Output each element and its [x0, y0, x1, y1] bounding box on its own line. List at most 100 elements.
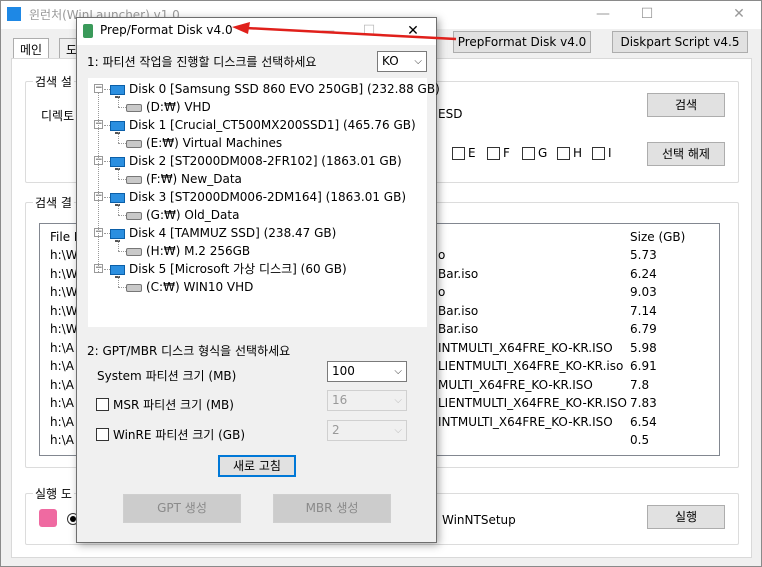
- file-row-name[interactable]: INTMULTI_X64FRE_KO-KR.ISO: [438, 413, 613, 431]
- volume-label: (G:₩) Old_Data: [146, 208, 240, 222]
- volume-node[interactable]: (C:₩) WIN10 VHD: [126, 278, 253, 296]
- drive-icon: [126, 211, 142, 220]
- file-row-size[interactable]: 0.5: [630, 431, 649, 449]
- mbr-create-button[interactable]: MBR 생성: [273, 494, 391, 523]
- dialog-app-icon: [83, 24, 93, 38]
- winre-size-value: 2: [332, 423, 340, 437]
- diskpart-button[interactable]: Diskpart Script v4.5: [612, 31, 748, 53]
- file-row-prefix[interactable]: h:\A: [50, 357, 74, 375]
- msr-label: MSR 파티션 크기 (MB): [113, 398, 234, 412]
- deselect-button[interactable]: 선택 해제: [647, 142, 725, 166]
- disk-label: Disk 4 [TAMMUZ SSD] (238.47 GB): [129, 226, 337, 240]
- refresh-button[interactable]: 새로 고침: [218, 455, 296, 477]
- computer-disk-icon: [110, 264, 125, 278]
- disk-node[interactable]: Disk 0 [Samsung SSD 860 EVO 250GB] (232.…: [110, 80, 440, 98]
- tree-connector: [98, 92, 99, 272]
- search-button[interactable]: 검색: [647, 93, 725, 117]
- file-row-name[interactable]: INTMULTI_X64FRE_KO-KR.ISO: [438, 339, 613, 357]
- disk-node[interactable]: Disk 3 [ST2000DM006-2DM164] (1863.01 GB): [110, 188, 406, 206]
- system-partition-select[interactable]: 100 ⌵: [327, 361, 407, 382]
- volume-node[interactable]: (F:₩) New_Data: [126, 170, 242, 188]
- drive-g-checkbox[interactable]: [522, 147, 535, 160]
- disk-node[interactable]: Disk 5 [Microsoft 가상 디스크] (60 GB): [110, 260, 347, 278]
- file-row-prefix[interactable]: h:\W: [50, 246, 78, 264]
- disk-node[interactable]: Disk 4 [TAMMUZ SSD] (238.47 GB): [110, 224, 336, 242]
- drive-icon: [126, 103, 142, 112]
- volume-label: (D:₩) VHD: [146, 100, 211, 114]
- file-row-name[interactable]: LIENTMULTI_X64FRE_KO-KR.iso: [438, 357, 623, 375]
- msr-size-select[interactable]: 16 ⌵: [327, 390, 407, 411]
- file-row-size[interactable]: 5.73: [630, 246, 657, 264]
- drive-e-checkbox[interactable]: [452, 147, 465, 160]
- file-row-name[interactable]: Bar.iso: [438, 265, 478, 283]
- file-row-name[interactable]: o: [438, 246, 445, 264]
- file-row-size[interactable]: 9.03: [630, 283, 657, 301]
- file-row-prefix[interactable]: h:\W: [50, 320, 78, 338]
- file-row-prefix[interactable]: h:\A: [50, 376, 74, 394]
- file-row-name[interactable]: o: [438, 283, 445, 301]
- volume-node[interactable]: (G:₩) Old_Data: [126, 206, 239, 224]
- file-row-size[interactable]: 5.98: [630, 339, 657, 357]
- file-row-size[interactable]: 7.14: [630, 302, 657, 320]
- tree-connector: [118, 215, 126, 216]
- drive-icon: [126, 175, 142, 184]
- column-header-size[interactable]: Size (GB): [630, 228, 685, 246]
- computer-disk-icon: [110, 192, 125, 206]
- tree-connector: [118, 287, 126, 288]
- step2-label: 2: GPT/MBR 디스크 형식을 선택하세요: [87, 344, 291, 358]
- disk-label: Disk 5 [Microsoft 가상 디스크] (60 GB): [129, 262, 347, 276]
- winre-checkbox[interactable]: [96, 428, 109, 441]
- file-row-prefix[interactable]: h:\A: [50, 431, 74, 449]
- disk-tree[interactable]: − Disk 0 [Samsung SSD 860 EVO 250GB] (232…: [88, 78, 440, 327]
- winre-size-select[interactable]: 2 ⌵: [327, 420, 407, 441]
- tree-connector: [118, 179, 126, 180]
- volume-node[interactable]: (H:₩) M.2 256GB: [126, 242, 250, 260]
- file-row-prefix[interactable]: h:\W: [50, 302, 78, 320]
- dialog-title: Prep/Format Disk v4.0: [100, 23, 233, 37]
- file-row-size[interactable]: 6.54: [630, 413, 657, 431]
- file-row-size[interactable]: 6.24: [630, 265, 657, 283]
- gpt-create-button[interactable]: GPT 생성: [123, 494, 241, 523]
- computer-disk-icon: [110, 120, 125, 134]
- file-row-size[interactable]: 7.8: [630, 376, 649, 394]
- chevron-down-icon: ⌵: [394, 425, 402, 436]
- run-button[interactable]: 실행: [647, 505, 725, 529]
- language-select[interactable]: KO ⌵: [377, 51, 427, 72]
- file-row-prefix[interactable]: h:\W: [50, 283, 78, 301]
- file-row-size[interactable]: 7.83: [630, 394, 657, 412]
- file-row-prefix[interactable]: h:\A: [50, 394, 74, 412]
- volume-node[interactable]: (E:₩) Virtual Machines: [126, 134, 282, 152]
- drive-h-checkbox[interactable]: [557, 147, 570, 160]
- prepformat-button[interactable]: PrepFormat Disk v4.0: [453, 31, 591, 53]
- file-row-prefix[interactable]: h:\A: [50, 339, 74, 357]
- drive-icon: [126, 139, 142, 148]
- maximize-button[interactable]: ☐: [625, 1, 669, 29]
- file-row-name[interactable]: Bar.iso: [438, 320, 478, 338]
- minimize-button[interactable]: —: [581, 1, 625, 29]
- close-button[interactable]: ✕: [717, 1, 761, 29]
- disk-node[interactable]: Disk 1 [Crucial_CT500MX200SSD1] (465.76 …: [110, 116, 416, 134]
- annotation-arrow: [232, 22, 457, 41]
- file-row-size[interactable]: 6.79: [630, 320, 657, 338]
- disk-node[interactable]: Disk 2 [ST2000DM008-2FR102] (1863.01 GB): [110, 152, 402, 170]
- computer-disk-icon: [110, 228, 125, 242]
- volume-node[interactable]: (D:₩) VHD: [126, 98, 211, 116]
- run-options-label: 실행 도: [33, 485, 74, 502]
- disk-label: Disk 3 [ST2000DM006-2DM164] (1863.01 GB): [129, 190, 406, 204]
- drive-f-label: F: [503, 146, 510, 160]
- chevron-down-icon: ⌵: [414, 56, 422, 67]
- file-row-prefix[interactable]: h:\A: [50, 413, 74, 431]
- file-row-name[interactable]: Bar.iso: [438, 302, 478, 320]
- drive-i-checkbox[interactable]: [592, 147, 605, 160]
- file-row-name[interactable]: LIENTMULTI_X64FRE_KO-KR.ISO: [438, 394, 627, 412]
- disk-label: Disk 2 [ST2000DM008-2FR102] (1863.01 GB): [129, 154, 402, 168]
- computer-disk-icon: [110, 84, 125, 98]
- tab-main[interactable]: 메인: [13, 38, 50, 59]
- file-row-name[interactable]: MULTI_X64FRE_KO-KR.ISO: [438, 376, 593, 394]
- chevron-down-icon: ⌵: [394, 366, 402, 377]
- volume-label: (E:₩) Virtual Machines: [146, 136, 283, 150]
- drive-f-checkbox[interactable]: [487, 147, 500, 160]
- file-row-prefix[interactable]: h:\W: [50, 265, 78, 283]
- msr-checkbox[interactable]: [96, 398, 109, 411]
- file-row-size[interactable]: 6.91: [630, 357, 657, 375]
